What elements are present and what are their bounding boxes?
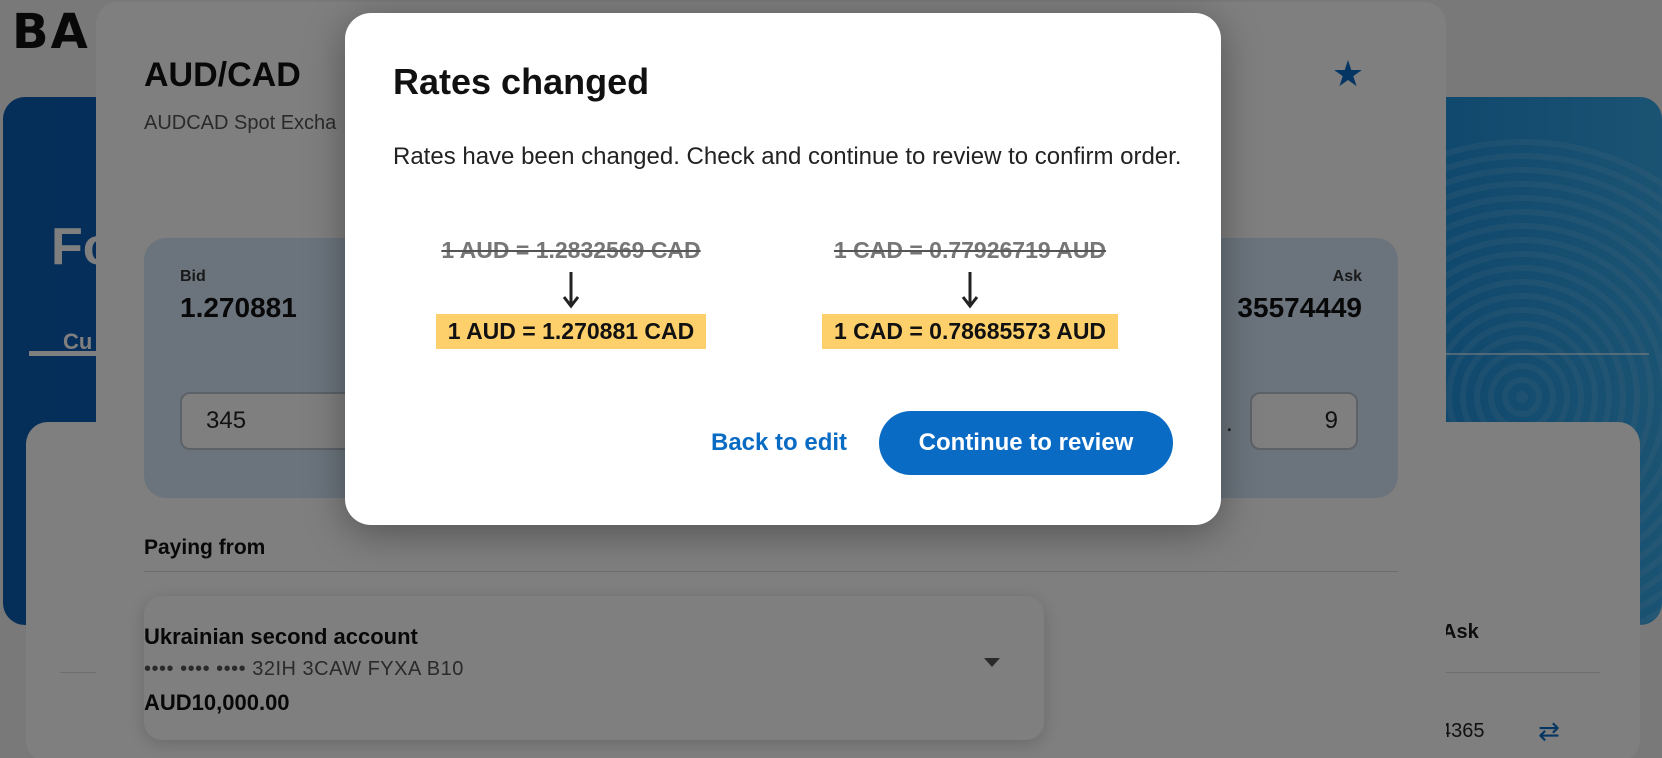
new-rate: 1 AUD = 1.270881 CAD xyxy=(435,314,707,349)
arrow-down-icon xyxy=(562,272,580,309)
continue-to-review-button[interactable]: Continue to review xyxy=(879,411,1173,475)
arrow-down-icon xyxy=(961,272,979,309)
dialog-title: Rates changed xyxy=(393,61,650,102)
new-rate: 1 CAD = 0.78685573 AUD xyxy=(821,314,1119,349)
old-rate: 1 AUD = 1.2832569 CAD xyxy=(441,237,701,263)
rate-change-aud-cad: 1 AUD = 1.2832569 CAD 1 AUD = 1.270881 C… xyxy=(401,237,741,349)
old-rate: 1 CAD = 0.77926719 AUD xyxy=(833,237,1107,263)
rates-changed-dialog: Rates changed Rates have been changed. C… xyxy=(345,13,1221,525)
rate-change-cad-aud: 1 CAD = 0.77926719 AUD 1 CAD = 0.7868557… xyxy=(800,237,1140,349)
dialog-message: Rates have been changed. Check and conti… xyxy=(393,143,1182,170)
back-to-edit-button[interactable]: Back to edit xyxy=(679,411,879,475)
